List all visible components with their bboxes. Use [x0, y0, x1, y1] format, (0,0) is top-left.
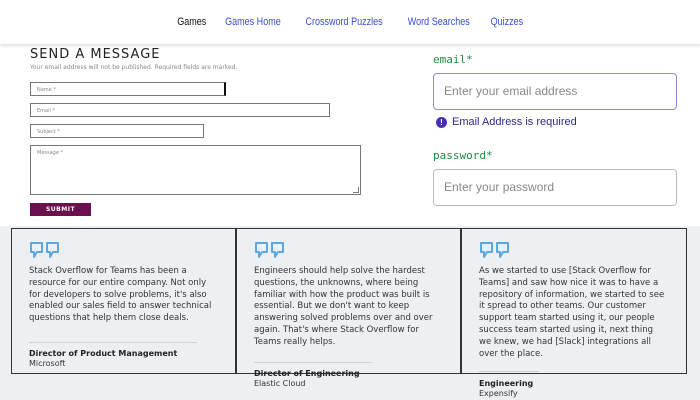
login-password-placeholder: Enter your password [444, 180, 555, 194]
nav-link-crossword-puzzles[interactable]: Crossword Puzzles [305, 16, 382, 28]
resize-handle[interactable] [353, 187, 359, 193]
subject-placeholder: Subject * [37, 129, 60, 135]
contact-form-note: Your email address will not be published… [30, 64, 238, 71]
name-placeholder: Name * [37, 87, 56, 93]
email-input[interactable]: Email * [30, 103, 330, 117]
email-placeholder: Email * [37, 108, 55, 114]
testimonial-role: Director of Engineering [254, 369, 360, 378]
divider [479, 371, 539, 372]
testimonial-text: Engineers should help solve the hardest … [254, 266, 433, 347]
testimonial-card: Engineers should help solve the hardest … [236, 228, 461, 388]
testimonial-role: Director of Product Management [29, 349, 178, 358]
subject-input[interactable]: Subject * [30, 124, 204, 138]
testimonial-org: Microsoft [29, 359, 66, 368]
password-label-text: password [433, 149, 486, 162]
divider [29, 342, 197, 343]
email-error-message: ! Email Address is required [436, 116, 577, 128]
password-required-mark: * [485, 149, 493, 162]
nav-link-quizzes[interactable]: Quizzes [490, 16, 523, 28]
divider [254, 362, 372, 363]
testimonial-role: Engineering [479, 379, 534, 388]
submit-button[interactable]: SUBMIT [30, 203, 91, 216]
email-error-text: Email Address is required [452, 116, 577, 128]
testimonial-text: As we started to use [Stack Overflow for… [479, 266, 665, 359]
password-label: password* [433, 149, 493, 162]
nav-link-games-home[interactable]: Games Home [225, 16, 281, 28]
nav-link-word-searches[interactable]: Word Searches [408, 16, 470, 28]
nav-link-games[interactable]: Games [177, 16, 206, 28]
testimonial-card: As we started to use [Stack Overflow for… [461, 228, 687, 398]
email-label-text: email [433, 53, 467, 66]
message-textarea[interactable]: Message * [30, 145, 361, 195]
email-label: email* [433, 53, 473, 66]
login-email-placeholder: Enter your email address [444, 84, 578, 98]
quote-icon [480, 242, 509, 258]
top-nav: Games Games Home Crossword Puzzles Word … [0, 0, 700, 44]
login-password-input[interactable]: Enter your password [433, 169, 677, 206]
login-email-input[interactable]: Enter your email address [433, 73, 677, 110]
quote-icon [255, 242, 284, 258]
exclamation-circle-icon: ! [436, 116, 447, 128]
testimonial-org: Elastic Cloud [254, 379, 306, 388]
name-input[interactable]: Name * [30, 82, 226, 96]
testimonial-card: Stack Overflow for Teams has been a reso… [11, 228, 236, 374]
testimonial-org: Expensify [479, 389, 518, 398]
quote-icon [30, 242, 59, 258]
testimonial-text: Stack Overflow for Teams has been a reso… [29, 266, 212, 324]
message-placeholder: Message * [37, 150, 64, 156]
email-required-mark: * [466, 53, 473, 66]
contact-form-title: SEND A MESSAGE [30, 47, 161, 62]
